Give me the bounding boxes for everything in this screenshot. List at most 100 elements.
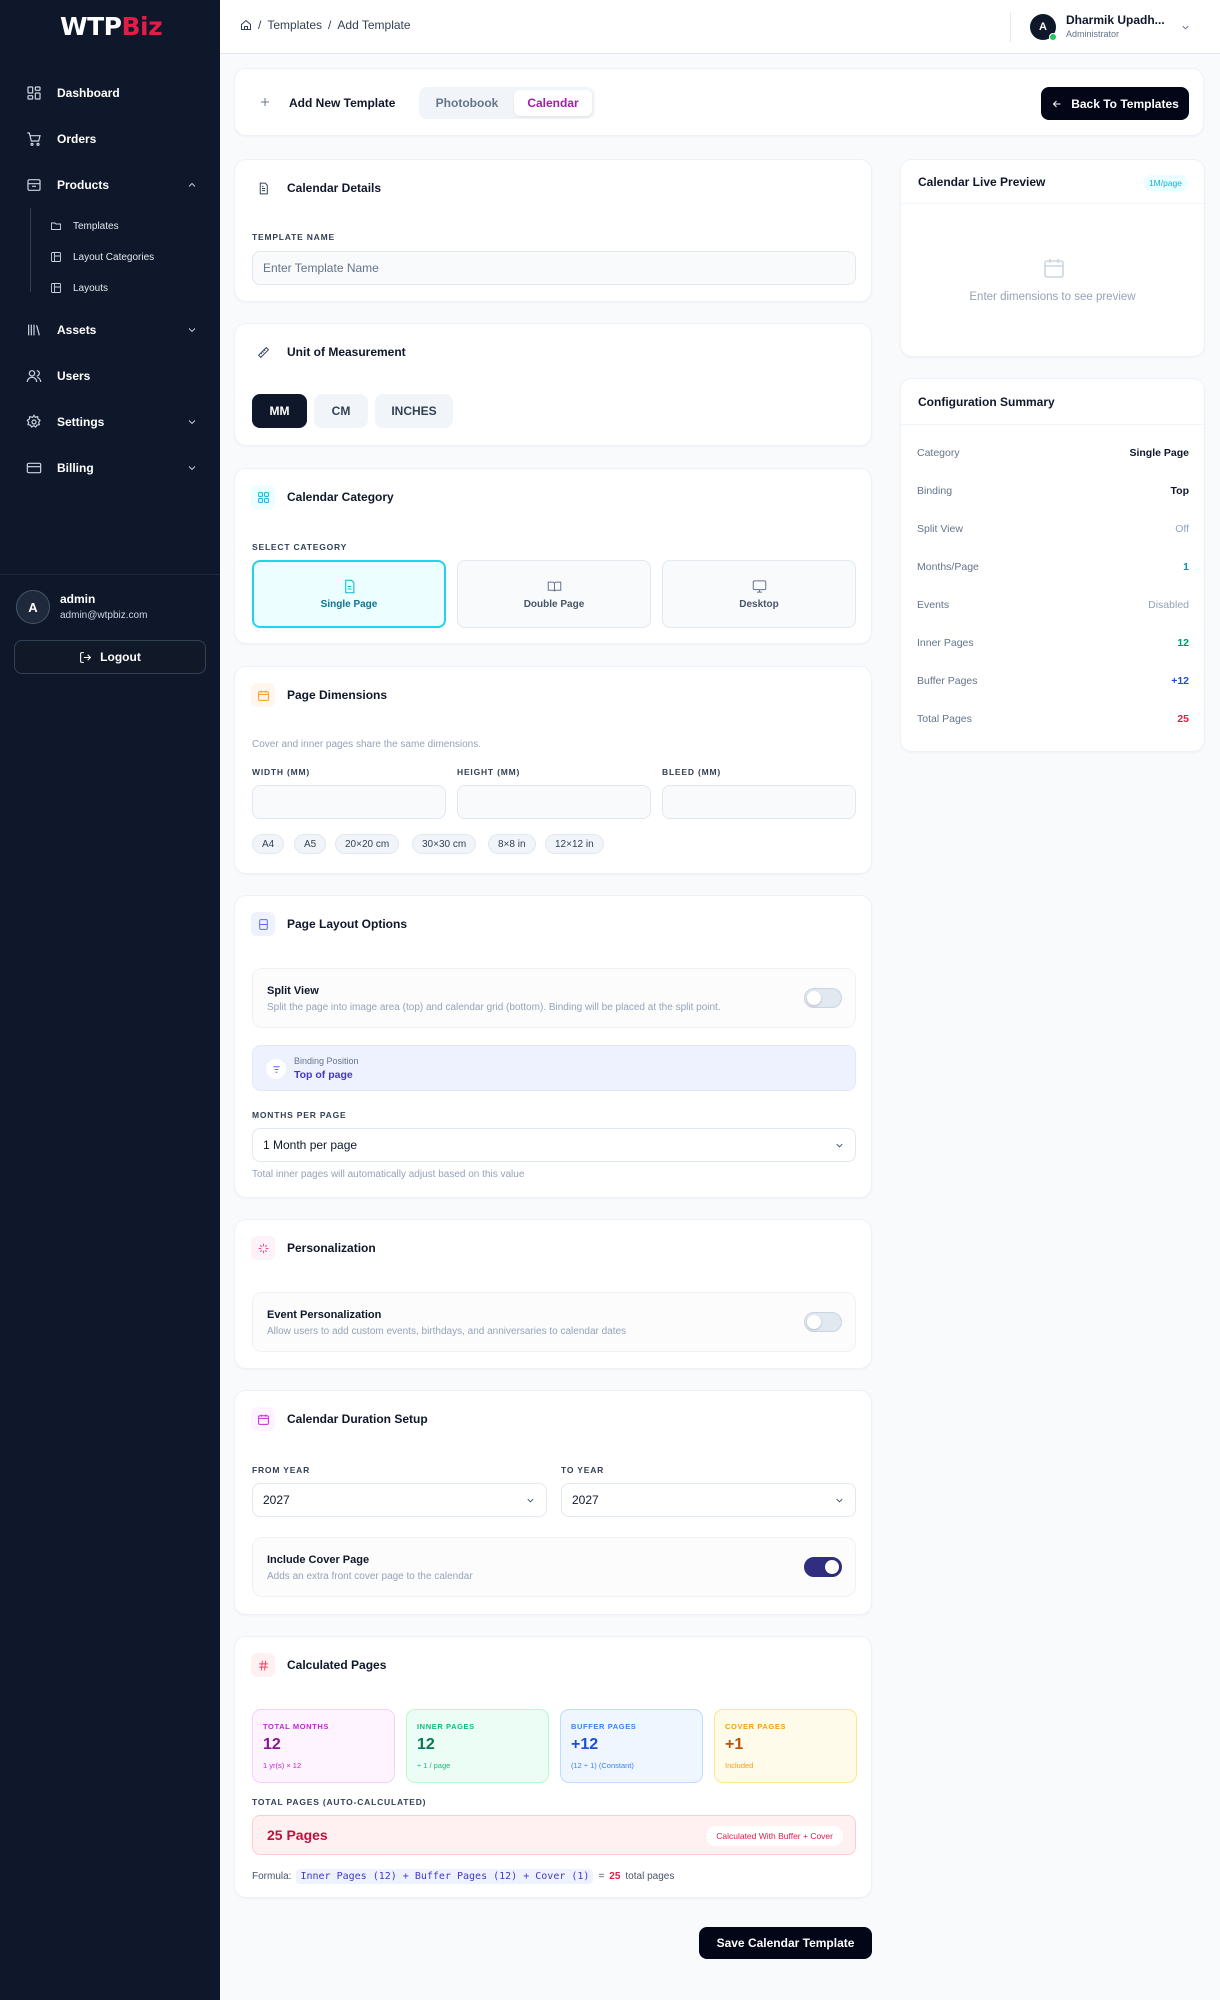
brand-part-2: Biz bbox=[121, 12, 163, 41]
stat-value: 12 bbox=[417, 1736, 435, 1753]
configuration-summary-card: Configuration Summary Category Single Pag… bbox=[900, 378, 1205, 752]
document-icon bbox=[251, 176, 275, 200]
sidebar-item-users[interactable]: Users bbox=[0, 353, 220, 399]
duration-card: Calendar Duration Setup FROM YEAR TO YEA… bbox=[234, 1390, 872, 1615]
stat-buffer-pages: BUFFER PAGES +12 (12 ÷ 1) (Constant) bbox=[560, 1709, 703, 1783]
sidebar-item-billing[interactable]: Billing bbox=[0, 445, 220, 491]
months-per-page-select[interactable]: 1 Month per page bbox=[252, 1128, 856, 1162]
plus-icon bbox=[261, 98, 269, 106]
preview-divider bbox=[901, 203, 1204, 204]
select-category-label: SELECT CATEGORY bbox=[252, 542, 348, 552]
unit-cm-button[interactable]: CM bbox=[314, 394, 368, 428]
section-title: Personalization bbox=[287, 1241, 376, 1255]
sidebar-item-dashboard[interactable]: Dashboard bbox=[0, 70, 220, 116]
split-layout-icon bbox=[251, 912, 275, 936]
sidebar-item-label: Settings bbox=[57, 415, 105, 429]
split-view-row: Split View Split the page into image are… bbox=[252, 968, 856, 1028]
hash-icon bbox=[251, 1653, 275, 1677]
chevron-down-icon bbox=[836, 1498, 843, 1503]
home-icon[interactable] bbox=[240, 19, 252, 31]
preview-badge: 1M/page bbox=[1142, 175, 1188, 191]
section-header: Personalization bbox=[251, 1236, 376, 1260]
split-view-title: Split View bbox=[267, 985, 319, 997]
sidebar-subitem-label: Templates bbox=[73, 220, 119, 232]
sidebar-item-products[interactable]: Products bbox=[0, 162, 220, 208]
category-card: Calendar Category SELECT CATEGORY Single… bbox=[234, 468, 872, 644]
sidebar-subitem-layout-categories[interactable]: Layout Categories bbox=[0, 243, 220, 271]
sidebar-item-orders[interactable]: Orders bbox=[0, 116, 220, 162]
section-title: Unit of Measurement bbox=[287, 345, 406, 359]
preset-a5[interactable]: A5 bbox=[294, 834, 327, 854]
layout-icon bbox=[51, 252, 61, 262]
unit-mm-button[interactable]: MM bbox=[252, 394, 307, 428]
category-double-page[interactable]: Double Page bbox=[457, 560, 651, 628]
section-header: Page Layout Options bbox=[251, 912, 407, 936]
ruler-icon bbox=[251, 340, 275, 364]
months-per-page-label: MONTHS PER PAGE bbox=[252, 1110, 347, 1120]
event-personalization-row: Event Personalization Allow users to add… bbox=[252, 1292, 856, 1352]
category-single-page[interactable]: Single Page bbox=[252, 560, 446, 628]
back-to-templates-button[interactable]: Back To Templates bbox=[1041, 87, 1189, 120]
calendar-details-card: Calendar Details TEMPLATE NAME Enter Tem… bbox=[234, 159, 872, 302]
to-year-label: TO YEAR bbox=[561, 1465, 605, 1475]
summary-row: Inner Pages 12 bbox=[917, 633, 1189, 653]
folder-icon bbox=[51, 222, 61, 230]
tab-photobook[interactable]: Photobook bbox=[422, 90, 512, 116]
sidebar-item-settings[interactable]: Settings bbox=[0, 399, 220, 445]
toggle-knob bbox=[807, 991, 821, 1005]
formula-code: Inner Pages (12) + Buffer Pages (12) + C… bbox=[296, 1869, 594, 1884]
sidebar-subitem-templates[interactable]: Templates bbox=[0, 212, 220, 240]
to-year-select[interactable]: 2027 bbox=[561, 1483, 856, 1517]
unit-inches-button[interactable]: INCHES bbox=[375, 394, 453, 428]
preset-30x30-cm[interactable]: 30×30 cm bbox=[412, 834, 477, 854]
stat-sub: (12 ÷ 1) (Constant) bbox=[571, 1761, 634, 1770]
bleed-input[interactable] bbox=[662, 785, 856, 819]
template-name-input[interactable]: Enter Template Name bbox=[252, 251, 856, 285]
from-year-select[interactable]: 2027 bbox=[252, 1483, 547, 1517]
sidebar-item-label: Dashboard bbox=[57, 86, 120, 100]
event-personalization-toggle[interactable] bbox=[804, 1312, 842, 1332]
dimensions-hint: Cover and inner pages share the same dim… bbox=[252, 739, 482, 750]
preset-20x20-cm[interactable]: 20×20 cm bbox=[335, 834, 400, 854]
include-cover-toggle[interactable] bbox=[804, 1557, 842, 1577]
logout-button[interactable]: Logout bbox=[14, 640, 206, 674]
section-header: Calendar Category bbox=[251, 485, 394, 509]
height-input[interactable] bbox=[457, 785, 651, 819]
width-label: WIDTH (MM) bbox=[252, 767, 311, 777]
grid-icon bbox=[251, 485, 275, 509]
preset-a4[interactable]: A4 bbox=[252, 834, 285, 854]
calendar-icon bbox=[1044, 259, 1064, 278]
toggle-knob bbox=[825, 1560, 839, 1574]
brand-part-1: WTP bbox=[60, 12, 122, 41]
tab-calendar[interactable]: Calendar bbox=[514, 90, 592, 116]
summary-value: 12 bbox=[1177, 637, 1189, 649]
section-title: Page Layout Options bbox=[287, 917, 408, 931]
topbar-user-name[interactable]: Dharmik Upadh... bbox=[1066, 13, 1165, 27]
brand-logo[interactable]: WTPBiz bbox=[60, 12, 163, 41]
monitor-icon bbox=[752, 579, 766, 593]
chevron-down-icon[interactable] bbox=[1180, 22, 1191, 33]
library-icon bbox=[28, 324, 40, 336]
breadcrumb-templates[interactable]: Templates bbox=[267, 18, 322, 32]
formula-prefix: Formula: bbox=[252, 1871, 292, 1882]
save-calendar-template-button[interactable]: Save Calendar Template bbox=[699, 1927, 872, 1959]
page-layout-card: Page Layout Options Split View Split the… bbox=[234, 895, 872, 1198]
preset-8x8-in[interactable]: 8×8 in bbox=[488, 834, 536, 854]
preset-12x12-in[interactable]: 12×12 in bbox=[545, 834, 604, 854]
breadcrumb: / Templates / Add Template bbox=[240, 18, 411, 32]
stat-cover-pages: COVER PAGES +1 Included bbox=[714, 1709, 857, 1783]
user-name: admin bbox=[60, 592, 96, 606]
split-view-toggle[interactable] bbox=[804, 988, 842, 1008]
category-desktop[interactable]: Desktop bbox=[662, 560, 856, 628]
sidebar-subitem-layouts[interactable]: Layouts bbox=[0, 274, 220, 302]
chevron-down-icon bbox=[188, 328, 196, 333]
preview-empty-text: Enter dimensions to see preview bbox=[969, 291, 1136, 303]
topbar-avatar[interactable]: A bbox=[1030, 14, 1057, 41]
width-input[interactable] bbox=[252, 785, 446, 819]
unit-card: Unit of Measurement MM CM INCHES bbox=[234, 323, 872, 446]
layout-icon bbox=[51, 283, 61, 293]
align-icon bbox=[266, 1059, 286, 1079]
sidebar-item-assets[interactable]: Assets bbox=[0, 307, 220, 353]
summary-key: Months/Page bbox=[917, 561, 979, 573]
total-pages-label: TOTAL PAGES (AUTO-CALCULATED) bbox=[252, 1797, 427, 1807]
